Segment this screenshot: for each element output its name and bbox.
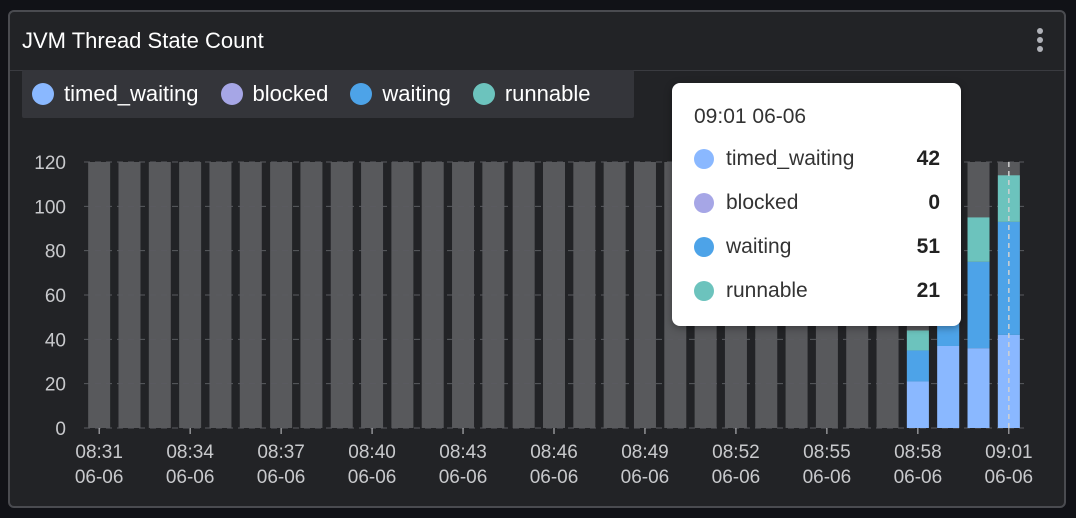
chart-legend: timed_waiting blocked waiting runnable [22,70,634,118]
series-bar-timed_waiting [906,381,929,428]
y-tick-label: 100 [34,197,66,218]
y-tick-label: 60 [45,286,66,307]
x-tick-label-date: 06-06 [985,467,1034,488]
legend-swatch [472,83,495,105]
x-tick-label-time: 08:31 [75,442,123,463]
series-bar-runnable [906,330,929,351]
series-bar-timed_waiting [937,345,960,428]
y-tick-label: 20 [45,375,66,396]
x-tick-label-time: 08:40 [348,442,396,463]
legend-swatch [350,83,373,105]
chart-tooltip: 09:01 06-06 timed_waiting 42 blocked 0 w… [672,83,961,326]
legend-label: runnable [504,81,591,106]
y-tick-label: 0 [55,419,66,440]
y-tick-label: 120 [34,153,66,174]
x-tick-label-time: 08:52 [712,442,760,463]
tooltip-label: waiting [726,235,792,258]
legend-item-waiting[interactable]: waiting [350,81,451,107]
y-tick-label: 40 [45,330,66,351]
x-tick-label-time: 08:34 [166,442,214,463]
x-tick-label-date: 06-06 [621,467,670,488]
tooltip-value: 42 [916,147,940,170]
x-tick-label-date: 06-06 [894,467,943,488]
x-tick-label-date: 06-06 [348,467,397,488]
x-tick-label-time: 08:46 [530,442,578,463]
series-bar-waiting [967,261,990,349]
x-tick-label-date: 06-06 [712,467,761,488]
x-tick-label-date: 06-06 [166,467,215,488]
tooltip-value: 0 [928,191,940,214]
tooltip-value: 21 [916,279,940,302]
x-tick-label-time: 08:58 [894,442,942,463]
tooltip-row-blocked: blocked 0 [694,191,940,219]
tooltip-swatch [694,149,714,169]
legend-item-blocked[interactable]: blocked [220,81,329,107]
legend-item-timed-waiting[interactable]: timed_waiting [32,81,199,107]
y-tick-label: 80 [45,242,66,263]
x-tick-label-date: 06-06 [439,467,488,488]
tooltip-label: timed_waiting [726,147,855,170]
tooltip-swatch [694,193,714,213]
tooltip-swatch [694,281,714,301]
series-bar-waiting [906,350,929,382]
x-tick-label-time: 09:01 [985,442,1033,463]
series-bar-runnable [967,217,990,262]
x-tick-label-date: 06-06 [803,467,852,488]
x-tick-label-time: 08:55 [803,442,851,463]
tooltip-row-runnable: runnable 21 [694,279,940,307]
x-tick-label-date: 06-06 [530,467,579,488]
x-tick-label-time: 08:37 [257,442,305,463]
tooltip-label: blocked [726,191,799,214]
legend-label: waiting [382,81,451,106]
tooltip-value: 51 [916,235,940,258]
x-tick-label-time: 08:43 [439,442,487,463]
legend-label: blocked [252,81,329,106]
tooltip-label: runnable [726,279,808,302]
legend-label: timed_waiting [64,81,199,106]
x-tick-label-date: 06-06 [257,467,306,488]
series-bar-timed_waiting [967,348,990,428]
tooltip-row-timed-waiting: timed_waiting 42 [694,147,940,175]
tooltip-row-waiting: waiting 51 [694,235,940,263]
legend-swatch [32,83,54,105]
x-tick-label-date: 06-06 [75,467,124,488]
x-tick-label-time: 08:49 [621,442,669,463]
tooltip-swatch [694,237,714,257]
legend-swatch [220,83,243,105]
legend-item-runnable[interactable]: runnable [472,81,591,107]
tooltip-title: 09:01 06-06 [694,105,807,128]
